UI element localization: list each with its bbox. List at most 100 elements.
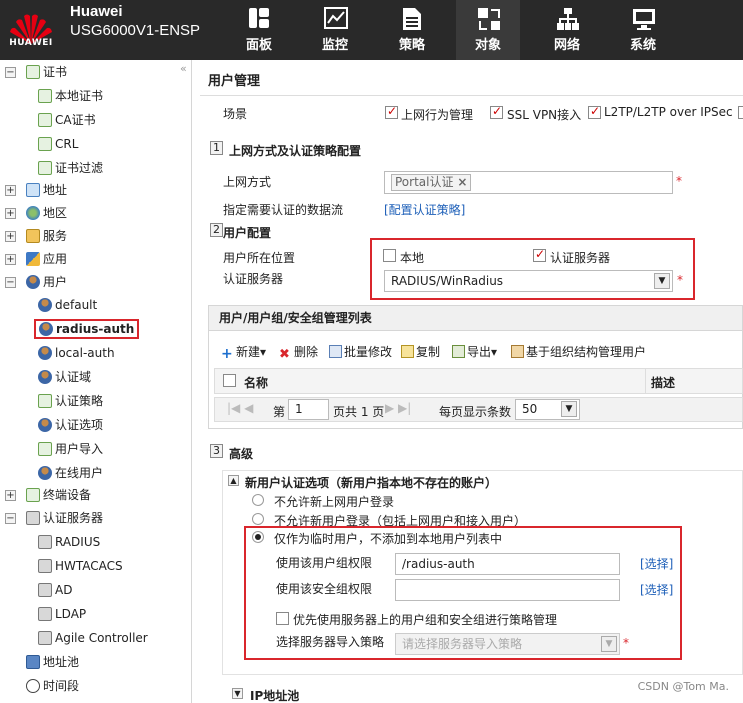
sidebar-item-label: LDAP [55,607,87,621]
user-list-title: 用户/用户组/安全组管理列表 [209,306,742,331]
configure-auth-policy-link[interactable]: [配置认证策略] [384,201,465,218]
sidebar-item-label: HWTACACS [55,559,123,573]
certificate-icon [26,65,40,79]
page-number-input[interactable]: 1 [288,399,329,420]
sidebar-item-auth-options[interactable]: 认证选项 [38,415,103,435]
sidebar-item-local-cert[interactable]: 本地证书 [38,86,103,106]
scene-l2tp-checkbox[interactable] [588,104,601,119]
expand-section-icon[interactable]: ▼ [232,688,243,699]
nav-system-label: 系统 [629,38,656,53]
sidebar-item-label: 证书 [43,65,68,79]
collapse-section-icon[interactable]: ▲ [228,475,239,486]
sidebar-item-hwtacacs[interactable]: HWTACACS [38,556,123,576]
page-title: 用户管理 [208,74,261,89]
network-icon [557,8,579,30]
batch-edit-button[interactable]: 批量修改 [329,343,392,360]
expand-toggle-icon[interactable]: + [5,208,16,219]
first-page-icon[interactable]: |◀ ◀ [227,401,253,415]
application-icon [26,252,40,266]
highlight-user-config [370,238,695,300]
ip-pool-title[interactable]: IP地址池 [250,687,299,703]
sidebar-item-label: 认证域 [55,370,92,384]
nav-dashboard[interactable]: 面板 [227,0,291,60]
scene-l2tp-label: L2TP/L2TP over IPSec [604,105,733,119]
nav-monitor-label: 监控 [321,38,348,53]
user-icon [26,275,40,289]
delete-button-label: 删除 [294,345,319,359]
sidebar-item-label: default [55,298,98,312]
sidebar-item-label: AD [55,583,73,597]
expand-toggle-icon[interactable]: + [5,254,16,265]
nav-network-label: 网络 [553,38,580,53]
radio-deny-new-web-user[interactable] [252,494,264,506]
sidebar-item-cert-filter[interactable]: 证书过滤 [38,158,103,178]
per-page-select[interactable]: 50 ▼ [515,399,580,420]
sidebar-collapse-icon[interactable]: « [180,62,187,75]
next-page-icon[interactable]: ▶ ▶| [385,401,411,415]
scene-ssl-vpn-checkbox[interactable] [490,104,503,119]
tag-remove-icon[interactable]: × [457,175,467,189]
server-icon [38,535,52,549]
delete-button[interactable]: ✖ 删除 [279,343,318,361]
top-bar: HUAWEI Huawei USG6000V1-ENSP 面板 监控 策略 对象… [0,0,743,60]
sidebar-item-radius[interactable]: RADIUS [38,532,100,552]
access-mode-tag-text: Portal认证 [395,175,454,189]
column-divider [645,369,646,393]
org-manage-label: 基于组织结构管理用户 [526,345,647,359]
server-icon [26,511,40,525]
nav-system[interactable]: 系统 [611,0,675,60]
col-desc-header[interactable]: 描述 [651,374,675,391]
sidebar-item-agile-controller[interactable]: Agile Controller [38,628,148,648]
col-name-header[interactable]: 名称 [244,374,268,391]
expand-toggle-icon[interactable]: + [5,231,16,242]
access-mode-input[interactable]: Portal认证 × [384,171,673,194]
per-page-value: 50 [522,402,538,416]
sidebar-item-auth-domain[interactable]: 认证域 [38,367,91,387]
sidebar-item-label: Agile Controller [55,631,148,645]
dashboard-icon [249,8,269,28]
auth-options-icon [38,418,52,432]
nav-policy[interactable]: 策略 [380,0,444,60]
sidebar-item-label: 时间段 [43,679,80,693]
select-all-checkbox[interactable] [223,374,236,387]
org-manage-button[interactable]: 基于组织结构管理用户 [511,343,646,360]
nav-objects[interactable]: 对象 [456,0,520,60]
copy-button[interactable]: 复制 [401,343,440,360]
scene-extra-checkbox[interactable] [738,106,743,119]
clock-icon [26,679,40,693]
radio-deny-new-user[interactable] [252,513,264,525]
nav-network[interactable]: 网络 [535,0,599,60]
sidebar-item-time-range[interactable]: 时间段 [26,676,79,696]
sidebar-item-local-auth[interactable]: local-auth [38,343,115,363]
per-page-label: 每页显示条数 [439,405,512,419]
sidebar-item-label: 地址池 [43,655,80,669]
plus-icon: + [221,346,233,362]
terminal-device-icon [26,488,40,502]
expand-toggle-icon[interactable]: + [5,185,16,196]
sidebar-item-label: 地区 [43,206,68,220]
expand-toggle-icon[interactable]: + [5,490,16,501]
sidebar-item-auth-policy[interactable]: 认证策略 [38,391,103,411]
collapse-toggle-icon[interactable]: − [5,513,16,524]
sidebar-item-user-import[interactable]: 用户导入 [38,439,103,459]
server-icon [38,583,52,597]
copy-label: 复制 [416,345,441,359]
sidebar-item-label: 证书过滤 [55,161,104,175]
nav-monitor[interactable]: 监控 [303,0,367,60]
chevron-down-icon: ▼ [561,401,577,417]
sidebar-item-default[interactable]: default [38,295,97,315]
sidebar-item-crl[interactable]: CRL [38,134,78,154]
collapse-toggle-icon[interactable]: − [5,67,16,78]
user-import-icon [38,442,52,456]
new-button[interactable]: + 新建▾ [221,343,266,361]
sidebar-item-ldap[interactable]: LDAP [38,604,86,624]
sidebar-item-ad[interactable]: AD [38,580,72,600]
sidebar-item-address-pool[interactable]: 地址池 [26,652,79,672]
collapse-toggle-icon[interactable]: − [5,277,16,288]
export-button[interactable]: 导出▾ [452,343,497,360]
user-group-icon [38,298,52,312]
sidebar-item-online-user[interactable]: 在线用户 [38,463,103,483]
sidebar-item-ca-cert[interactable]: CA证书 [38,110,96,130]
scene-web-behavior-checkbox[interactable] [385,104,398,119]
sidebar-item-radius-auth[interactable]: radius-auth [34,319,139,339]
